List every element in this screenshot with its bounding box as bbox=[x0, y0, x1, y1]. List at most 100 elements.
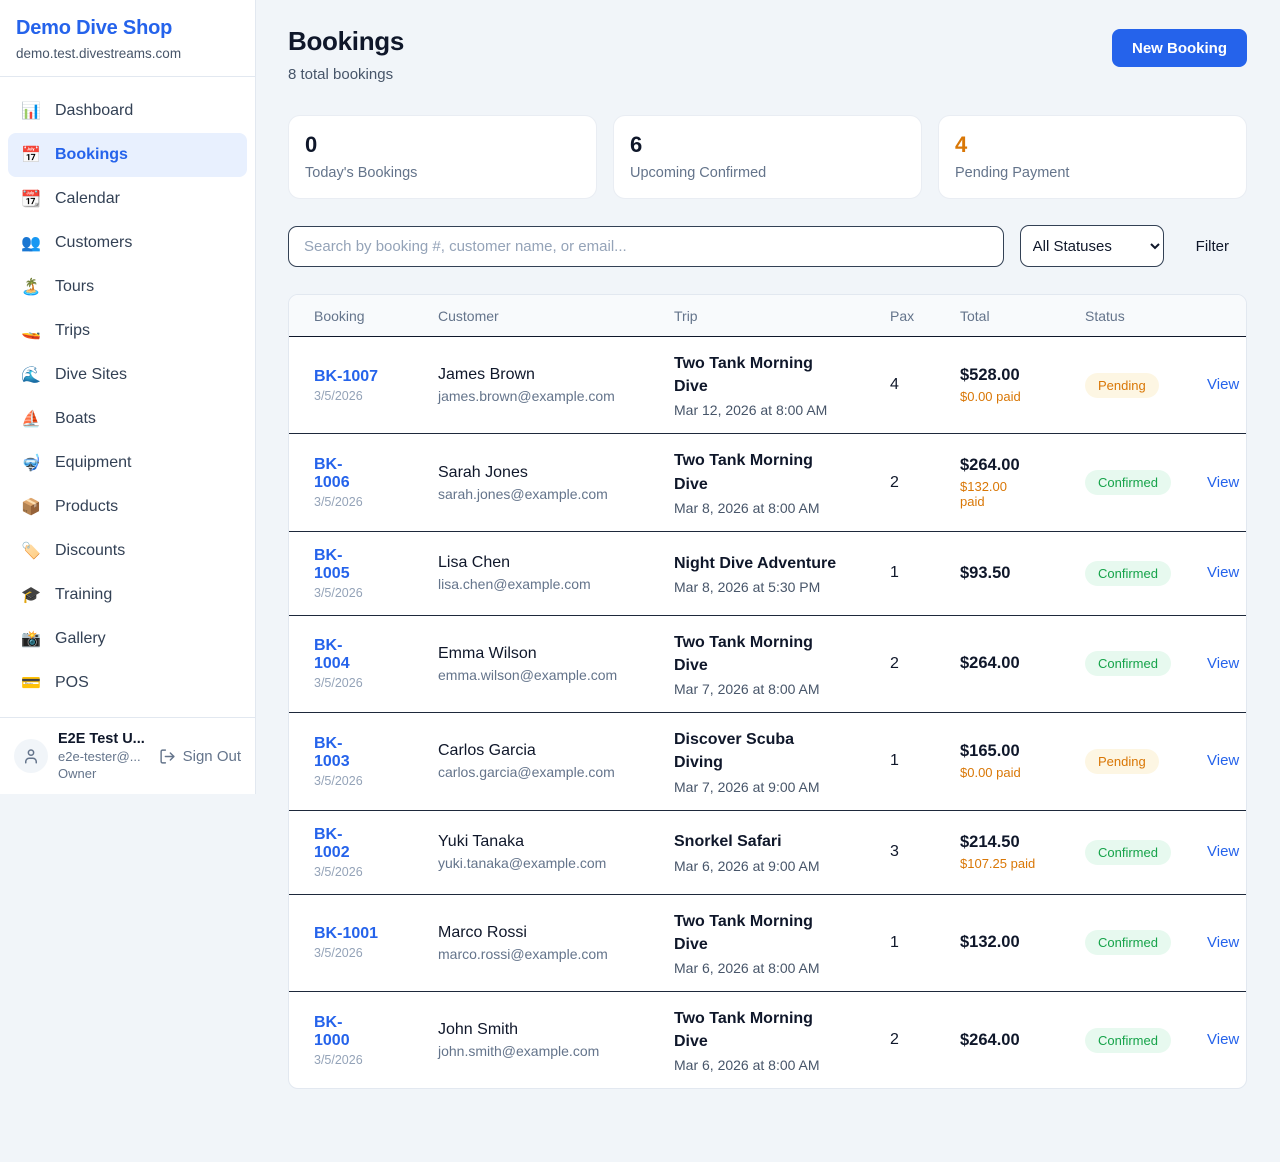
sidebar-item-trips[interactable]: 🚤 Trips bbox=[8, 309, 247, 353]
view-link[interactable]: View bbox=[1207, 474, 1239, 491]
status-badge: Pending bbox=[1085, 749, 1159, 774]
booking-link[interactable]: BK-1003 bbox=[314, 735, 360, 771]
booking-link[interactable]: BK-1002 bbox=[314, 826, 360, 862]
trip-name: Two Tank Morning Dive bbox=[674, 352, 844, 398]
sidebar-item-label: Boats bbox=[55, 410, 96, 428]
sidebar-item-label: Tours bbox=[55, 278, 94, 296]
booking-date: 3/5/2026 bbox=[314, 389, 414, 403]
booking-date: 3/5/2026 bbox=[314, 676, 414, 690]
column-header-total: Total bbox=[948, 295, 1073, 337]
booking-link[interactable]: BK-1007 bbox=[314, 368, 378, 386]
sidebar-item-products[interactable]: 📦 Products bbox=[8, 485, 247, 529]
sidebar-item-label: Customers bbox=[55, 234, 132, 252]
sidebar-item-label: Equipment bbox=[55, 454, 132, 472]
sidebar-item-equipment[interactable]: 🤿 Equipment bbox=[8, 441, 247, 485]
shop-domain: demo.test.divestreams.com bbox=[16, 46, 239, 61]
paid-amount: $107.25 paid bbox=[960, 856, 1061, 871]
sidebar-item-discounts[interactable]: 🏷️ Discounts bbox=[8, 529, 247, 573]
view-link[interactable]: View bbox=[1207, 934, 1239, 951]
pos-icon: 💳 bbox=[20, 673, 42, 693]
stat-value: 4 bbox=[955, 132, 1230, 158]
total-amount: $264.00 bbox=[960, 654, 1061, 673]
sidebar-item-customers[interactable]: 👥 Customers bbox=[8, 221, 247, 265]
booking-link[interactable]: BK-1004 bbox=[314, 637, 360, 673]
sidebar-item-training[interactable]: 🎓 Training bbox=[8, 573, 247, 617]
view-link[interactable]: View bbox=[1207, 843, 1239, 860]
total-bookings-count: 8 total bookings bbox=[288, 66, 404, 83]
pax-value: 1 bbox=[878, 713, 948, 810]
trip-datetime: Mar 8, 2026 at 8:00 AM bbox=[674, 500, 866, 516]
user-role: Owner bbox=[58, 766, 149, 781]
column-header-actions bbox=[1195, 295, 1247, 337]
stat-card: 0 Today's Bookings bbox=[288, 115, 597, 199]
pax-value: 2 bbox=[878, 434, 948, 531]
sidebar: Demo Dive Shop demo.test.divestreams.com… bbox=[0, 0, 256, 794]
sidebar-item-bookings[interactable]: 📅 Bookings bbox=[8, 133, 247, 177]
sidebar-item-label: Calendar bbox=[55, 190, 120, 208]
status-select[interactable]: All Statuses bbox=[1020, 225, 1164, 267]
sidebar-item-dashboard[interactable]: 📊 Dashboard bbox=[8, 89, 247, 133]
customer-email: sarah.jones@example.com bbox=[438, 486, 650, 502]
customer-name: Lisa Chen bbox=[438, 554, 650, 572]
pax-value: 3 bbox=[878, 810, 948, 894]
booking-date: 3/5/2026 bbox=[314, 865, 414, 879]
view-link[interactable]: View bbox=[1207, 752, 1239, 769]
booking-link[interactable]: BK-1005 bbox=[314, 547, 360, 583]
column-header-status: Status bbox=[1073, 295, 1195, 337]
sidebar-item-label: Dive Sites bbox=[55, 366, 127, 384]
stat-value: 6 bbox=[630, 132, 905, 158]
trip-datetime: Mar 7, 2026 at 8:00 AM bbox=[674, 681, 866, 697]
customer-email: yuki.tanaka@example.com bbox=[438, 855, 650, 871]
discounts-icon: 🏷️ bbox=[20, 541, 42, 561]
trip-datetime: Mar 6, 2026 at 9:00 AM bbox=[674, 858, 866, 874]
sidebar-item-pos[interactable]: 💳 POS bbox=[8, 661, 247, 705]
page-header: Bookings 8 total bookings New Booking bbox=[288, 26, 1247, 83]
booking-date: 3/5/2026 bbox=[314, 495, 414, 509]
customer-name: James Brown bbox=[438, 366, 650, 384]
total-amount: $528.00 bbox=[960, 366, 1061, 385]
dive-sites-icon: 🌊 bbox=[20, 365, 42, 385]
sidebar-item-dive-sites[interactable]: 🌊 Dive Sites bbox=[8, 353, 247, 397]
trips-icon: 🚤 bbox=[20, 321, 42, 341]
search-input[interactable] bbox=[288, 226, 1004, 267]
sidebar-item-tours[interactable]: 🏝️ Tours bbox=[8, 265, 247, 309]
sidebar-item-gallery[interactable]: 📸 Gallery bbox=[8, 617, 247, 661]
view-link[interactable]: View bbox=[1207, 564, 1239, 581]
table-row: BK-1000 3/5/2026 John Smith john.smith@e… bbox=[289, 991, 1247, 1088]
new-booking-button[interactable]: New Booking bbox=[1112, 29, 1247, 67]
user-info: E2E Test U... e2e-tester@... Owner bbox=[58, 731, 149, 781]
sidebar-item-calendar[interactable]: 📆 Calendar bbox=[8, 177, 247, 221]
view-link[interactable]: View bbox=[1207, 376, 1239, 393]
trip-datetime: Mar 7, 2026 at 9:00 AM bbox=[674, 779, 866, 795]
table-row: BK-1002 3/5/2026 Yuki Tanaka yuki.tanaka… bbox=[289, 810, 1247, 894]
avatar bbox=[14, 739, 48, 773]
view-link[interactable]: View bbox=[1207, 655, 1239, 672]
booking-date: 3/5/2026 bbox=[314, 586, 414, 600]
booking-link[interactable]: BK-1001 bbox=[314, 925, 378, 943]
customer-name: John Smith bbox=[438, 1021, 650, 1039]
sign-out-button[interactable]: Sign Out bbox=[159, 748, 241, 765]
trip-name: Two Tank Morning Dive bbox=[674, 910, 844, 956]
trip-name: Night Dive Adventure bbox=[674, 552, 844, 575]
status-badge: Confirmed bbox=[1085, 651, 1171, 676]
pax-value: 1 bbox=[878, 894, 948, 991]
filter-button[interactable]: Filter bbox=[1178, 230, 1247, 263]
trip-name: Two Tank Morning Dive bbox=[674, 1007, 844, 1053]
filter-row: All Statuses Filter bbox=[288, 225, 1247, 267]
status-badge: Confirmed bbox=[1085, 930, 1171, 955]
status-badge: Confirmed bbox=[1085, 1028, 1171, 1053]
booking-link[interactable]: BK-1006 bbox=[314, 456, 360, 492]
view-link[interactable]: View bbox=[1207, 1031, 1239, 1048]
page-title: Bookings bbox=[288, 26, 404, 57]
customer-email: marco.rossi@example.com bbox=[438, 946, 650, 962]
sidebar-item-label: Bookings bbox=[55, 146, 128, 164]
booking-link[interactable]: BK-1000 bbox=[314, 1014, 360, 1050]
table-header: BookingCustomerTripPaxTotalStatus bbox=[289, 295, 1247, 337]
sidebar-item-label: Trips bbox=[55, 322, 90, 340]
sign-out-label: Sign Out bbox=[183, 748, 241, 765]
sidebar-item-boats[interactable]: ⛵ Boats bbox=[8, 397, 247, 441]
tours-icon: 🏝️ bbox=[20, 277, 42, 297]
gallery-icon: 📸 bbox=[20, 629, 42, 649]
column-header-pax: Pax bbox=[878, 295, 948, 337]
paid-amount: $0.00 paid bbox=[960, 765, 1061, 780]
